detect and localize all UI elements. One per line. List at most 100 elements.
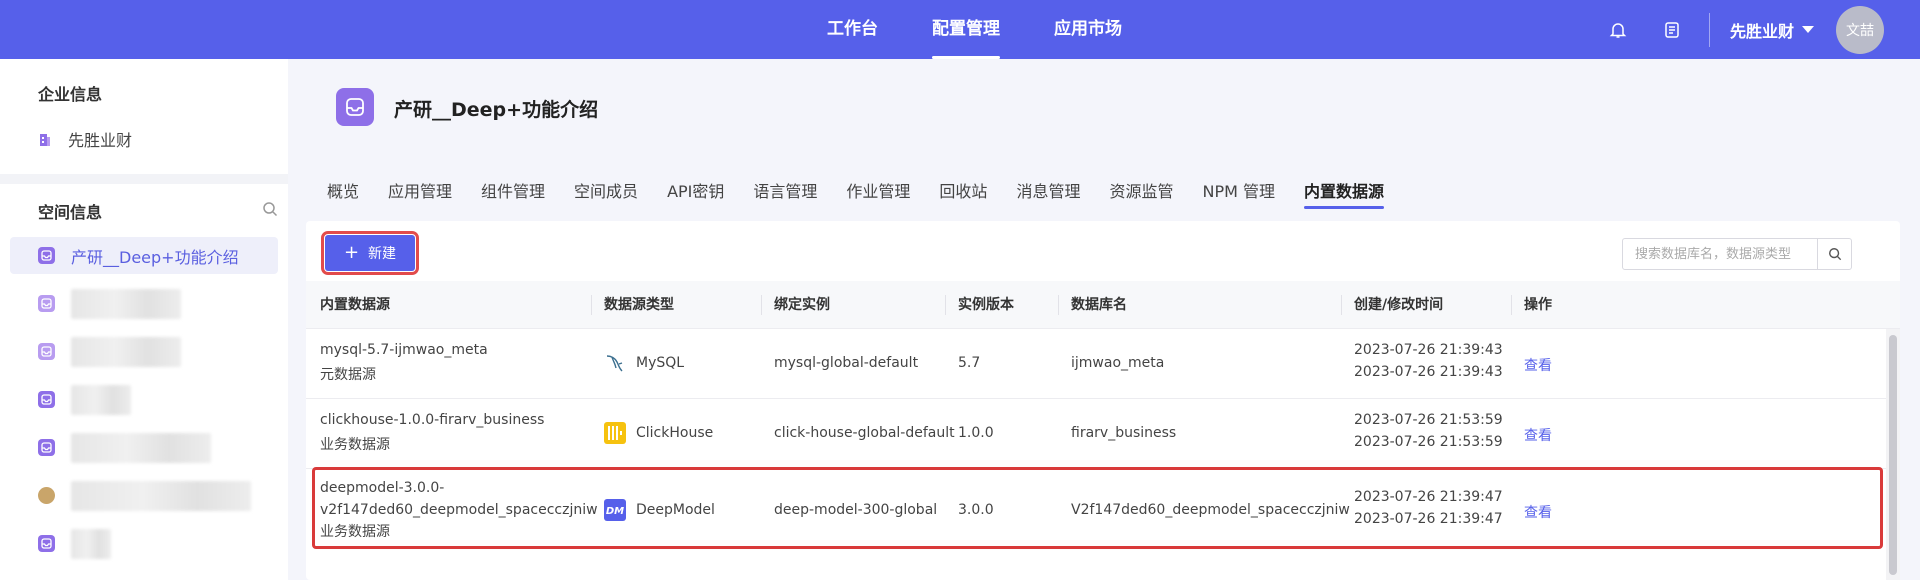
- sidebar-item-space[interactable]: [10, 285, 278, 322]
- scrollbar-thumb[interactable]: [1889, 335, 1897, 575]
- tab-api-keys[interactable]: API密钥: [667, 178, 724, 209]
- modified-time: 2023-07-26 21:53:59: [1354, 434, 1503, 450]
- tab-npm-management[interactable]: NPM 管理: [1202, 178, 1275, 209]
- blurred-space-name: [71, 432, 211, 463]
- modified-time: 2023-07-26 21:39:47: [1354, 511, 1503, 527]
- top-nav: 工作台 配置管理 应用市场: [800, 0, 1149, 59]
- sidebar-item-space[interactable]: [10, 381, 278, 418]
- column-header-type: 数据源类型: [604, 297, 674, 313]
- view-link[interactable]: 查看: [1524, 425, 1552, 445]
- column-header-database: 数据库名: [1071, 297, 1127, 313]
- search-box: [1622, 238, 1852, 270]
- datasource-name: deepmodel-3.0.0-: [320, 480, 445, 496]
- datasource-category: 业务数据源: [320, 437, 390, 453]
- tab-overview[interactable]: 概览: [327, 178, 359, 209]
- main-content: 产研__Deep+功能介绍 概览 应用管理 组件管理 空间成员 API密钥 语言…: [288, 59, 1920, 580]
- tab-builtin-datasource[interactable]: 内置数据源: [1303, 178, 1385, 209]
- inbox-icon: [38, 391, 55, 408]
- search-button[interactable]: [1817, 239, 1851, 269]
- svg-text:DM: DM: [606, 506, 624, 517]
- datasource-name-cell: mysql-5.7-ijmwao_meta 元数据源: [320, 342, 488, 384]
- time-cell: 2023-07-26 21:39:43 2023-07-26 21:39:43: [1354, 342, 1503, 380]
- tab-component-management[interactable]: 组件管理: [481, 178, 545, 209]
- nav-item-app-market[interactable]: 应用市场: [1027, 0, 1149, 59]
- time-cell: 2023-07-26 21:53:59 2023-07-26 21:53:59: [1354, 412, 1503, 450]
- column-header-datasource: 内置数据源: [320, 297, 390, 313]
- top-navigation-bar: 工作台 配置管理 应用市场 先胜业财 文喆: [0, 0, 1920, 59]
- instance-cell: click-house-global-default: [774, 425, 955, 441]
- database-cell: firarv_business: [1071, 425, 1177, 441]
- tab-space-members[interactable]: 空间成员: [574, 178, 638, 209]
- time-cell: 2023-07-26 21:39:47 2023-07-26 21:39:47: [1354, 489, 1503, 527]
- top-right-area: 先胜业财 文喆: [1607, 0, 1920, 59]
- sidebar-item-active-space[interactable]: 产研__Deep+功能介绍: [10, 237, 278, 274]
- blurred-space-name: [71, 528, 111, 559]
- column-divider: [1511, 295, 1512, 315]
- column-header-action: 操作: [1524, 297, 1552, 313]
- version-cell: 5.7: [958, 355, 981, 371]
- sidebar: 企业信息 先胜业财 空间信息 产研__Deep+功能介绍: [0, 59, 288, 580]
- created-time: 2023-07-26 21:39:43: [1354, 342, 1503, 358]
- blurred-space-name: [71, 384, 131, 415]
- datasource-name: mysql-5.7-ijmwao_meta: [320, 342, 488, 358]
- column-divider: [591, 295, 592, 315]
- datasource-type-label: MySQL: [636, 355, 685, 371]
- datasource-type-cell: DM DeepModel: [604, 499, 715, 521]
- view-link[interactable]: 查看: [1524, 502, 1552, 522]
- tab-app-management[interactable]: 应用管理: [388, 178, 452, 209]
- view-link[interactable]: 查看: [1524, 355, 1552, 375]
- inbox-icon: [38, 439, 55, 456]
- column-divider: [1058, 295, 1059, 315]
- column-divider: [1341, 295, 1342, 315]
- sidebar-item-space[interactable]: [10, 333, 278, 370]
- search-input[interactable]: [1623, 239, 1817, 269]
- new-button[interactable]: + 新建: [321, 231, 419, 275]
- search-icon[interactable]: [262, 201, 278, 221]
- created-time: 2023-07-26 21:39:47: [1354, 489, 1503, 505]
- datasource-type-label: ClickHouse: [636, 425, 714, 441]
- modified-time: 2023-07-26 21:39:43: [1354, 364, 1503, 380]
- nav-item-workbench[interactable]: 工作台: [800, 0, 905, 59]
- tab-language-management[interactable]: 语言管理: [753, 178, 817, 209]
- datasource-type-label: DeepModel: [636, 502, 715, 518]
- bell-icon[interactable]: [1607, 19, 1629, 41]
- datasource-name-cell: deepmodel-3.0.0- v2f147ded60_deepmodel_s…: [320, 477, 598, 543]
- sidebar-item-space[interactable]: [10, 477, 278, 514]
- sidebar-item-space[interactable]: [10, 525, 278, 562]
- sidebar-item-label: 产研__Deep+功能介绍: [71, 247, 239, 267]
- datasource-category: 业务数据源: [320, 524, 390, 540]
- datasource-name: clickhouse-1.0.0-firarv_business: [320, 412, 545, 428]
- clickhouse-icon: [604, 422, 626, 444]
- tab-bar: 概览 应用管理 组件管理 空间成员 API密钥 语言管理 作业管理 回收站 消息…: [327, 178, 1413, 209]
- created-time: 2023-07-26 21:53:59: [1354, 412, 1503, 428]
- nav-item-config-management[interactable]: 配置管理: [905, 0, 1027, 59]
- database-cell: ijmwao_meta: [1071, 355, 1165, 371]
- tab-job-management[interactable]: 作业管理: [846, 178, 910, 209]
- table-header: 内置数据源 数据源类型 绑定实例 实例版本 数据库名 创建/修改时间 操作: [306, 281, 1900, 329]
- deepmodel-icon: DM: [604, 499, 626, 521]
- tab-recycle-bin[interactable]: 回收站: [939, 178, 987, 209]
- sidebar-item-label: 先胜业财: [68, 131, 133, 150]
- table-scrollbar[interactable]: [1886, 329, 1900, 580]
- inbox-icon: [38, 295, 55, 312]
- sidebar-section-title-space: 空间信息: [38, 203, 103, 222]
- inbox-icon: [38, 343, 55, 360]
- tab-resource-monitoring[interactable]: 资源监管: [1109, 178, 1173, 209]
- table-row: deepmodel-3.0.0- v2f147ded60_deepmodel_s…: [306, 469, 1900, 559]
- new-button-label: 新建: [368, 246, 397, 262]
- document-icon[interactable]: [1661, 19, 1683, 41]
- company-switcher-label[interactable]: 先胜业财: [1730, 18, 1794, 42]
- version-cell: 3.0.0: [958, 502, 994, 518]
- page-title: 产研__Deep+功能介绍: [394, 99, 599, 121]
- avatar[interactable]: 文喆: [1836, 5, 1884, 54]
- sidebar-item-company[interactable]: 先胜业财: [38, 127, 132, 151]
- tab-message-management[interactable]: 消息管理: [1016, 178, 1080, 209]
- datasource-type-cell: MySQL: [604, 352, 684, 374]
- top-divider: [1708, 12, 1710, 47]
- sidebar-divider: [0, 174, 288, 184]
- datasource-category: 元数据源: [320, 367, 376, 383]
- blurred-space-name: [71, 336, 181, 367]
- column-header-time: 创建/修改时间: [1354, 297, 1444, 313]
- sidebar-item-space[interactable]: [10, 429, 278, 466]
- chevron-down-icon[interactable]: [1802, 26, 1814, 33]
